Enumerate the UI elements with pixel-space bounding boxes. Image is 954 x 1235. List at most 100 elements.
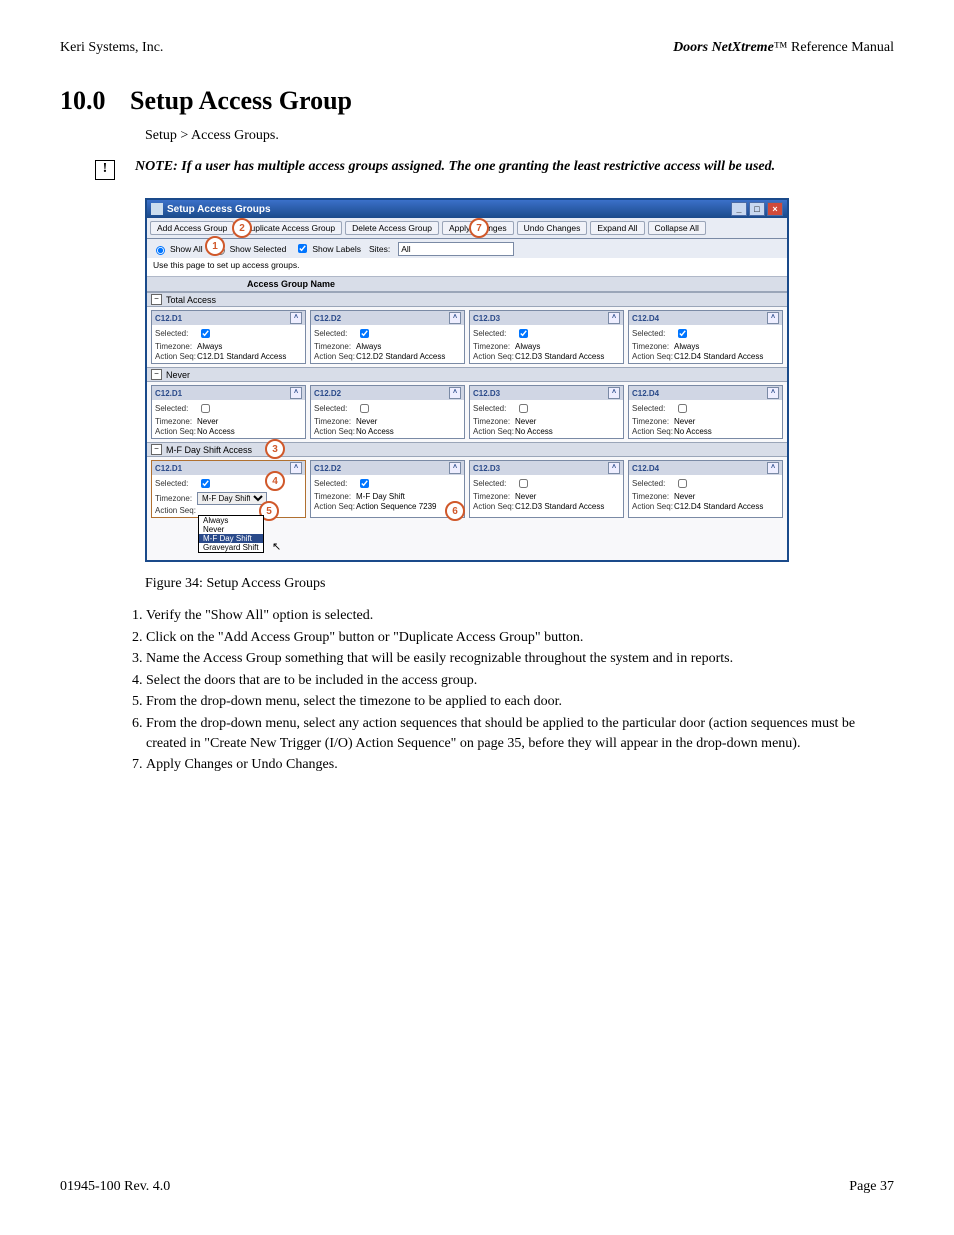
collapse-icon[interactable]: −: [151, 369, 162, 380]
chevron-up-icon[interactable]: ˄: [608, 387, 620, 399]
chevron-up-icon[interactable]: ˄: [608, 462, 620, 474]
door-title[interactable]: C12.D2˄: [311, 461, 464, 475]
section-title: Setup Access Group: [130, 86, 352, 115]
selected-label: Selected:: [155, 404, 197, 413]
door-title[interactable]: C12.D3˄: [470, 311, 623, 325]
actionseq-label: Action Seq:: [632, 352, 674, 361]
cursor-icon: ↖: [272, 540, 281, 553]
selected-checkbox[interactable]: [519, 404, 528, 413]
selected-checkbox[interactable]: [360, 404, 369, 413]
chevron-up-icon[interactable]: ˄: [767, 387, 779, 399]
selected-checkbox[interactable]: [678, 329, 687, 338]
door-title[interactable]: C12.D2˄: [311, 311, 464, 325]
timezone-value: Always: [674, 342, 699, 351]
hint-text: Use this page to set up access groups.: [147, 258, 787, 277]
chevron-up-icon[interactable]: ˄: [290, 387, 302, 399]
selected-label: Selected:: [632, 479, 674, 488]
chevron-up-icon[interactable]: ˄: [449, 462, 461, 474]
figure-caption: Figure 34: Setup Access Groups: [145, 576, 894, 592]
collapse-icon[interactable]: −: [151, 294, 162, 305]
group-header[interactable]: −Never: [147, 367, 787, 382]
dropdown-option[interactable]: Never: [199, 525, 263, 534]
door-title[interactable]: C12.D1˄: [152, 461, 305, 475]
step-item: Verify the "Show All" option is selected…: [146, 606, 894, 626]
note-block: NOTE: If a user has multiple access grou…: [95, 158, 894, 180]
door-title[interactable]: C12.D4˄: [629, 311, 782, 325]
undo-changes-button[interactable]: Undo Changes: [517, 221, 588, 235]
collapse-all-button[interactable]: Collapse All: [648, 221, 706, 235]
chevron-up-icon[interactable]: ˄: [290, 462, 302, 474]
chevron-up-icon[interactable]: ˄: [767, 462, 779, 474]
page-header: Keri Systems, Inc. Doors NetXtreme™ Refe…: [60, 40, 894, 56]
minimize-button[interactable]: _: [731, 202, 747, 216]
dropdown-option[interactable]: M-F Day Shift: [199, 534, 263, 543]
door-title[interactable]: C12.D4˄: [629, 461, 782, 475]
selected-checkbox[interactable]: [360, 329, 369, 338]
actionseq-label: Action Seq:: [632, 427, 674, 436]
selected-label: Selected:: [473, 479, 515, 488]
selected-checkbox[interactable]: [201, 404, 210, 413]
actionseq-label: Action Seq:: [473, 502, 515, 511]
actionseq-label: Action Seq:: [473, 352, 515, 361]
add-access-group-button[interactable]: Add Access Group: [150, 221, 234, 235]
collapse-icon[interactable]: −: [151, 444, 162, 455]
sites-label: Sites:: [369, 244, 390, 254]
door-title[interactable]: C12.D4˄: [629, 386, 782, 400]
door-title[interactable]: C12.D3˄: [470, 461, 623, 475]
callout-1: 1: [205, 236, 225, 256]
door-card: C12.D1˄Selected:Timezone:M-F Day ShiftAc…: [151, 460, 306, 518]
window-controls: _ □ ×: [731, 202, 783, 216]
door-card: C12.D1˄Selected:Timezone:AlwaysAction Se…: [151, 310, 306, 364]
chevron-up-icon[interactable]: ˄: [767, 312, 779, 324]
group-header[interactable]: −M-F Day Shift Access: [147, 442, 787, 457]
chevron-up-icon[interactable]: ˄: [608, 312, 620, 324]
duplicate-access-group-button[interactable]: Duplicate Access Group: [237, 221, 342, 235]
step-item: Apply Changes or Undo Changes.: [146, 755, 894, 775]
selected-checkbox[interactable]: [201, 329, 210, 338]
expand-all-button[interactable]: Expand All: [590, 221, 644, 235]
door-title[interactable]: C12.D3˄: [470, 386, 623, 400]
actionseq-value: No Access: [356, 427, 461, 436]
actionseq-value: C12.D4 Standard Access: [674, 502, 779, 511]
app-window: Setup Access Groups _ □ × Add Access Gro…: [145, 198, 789, 562]
door-title[interactable]: C12.D1˄: [152, 311, 305, 325]
dropdown-option[interactable]: Always: [199, 516, 263, 525]
timezone-value: Never: [515, 492, 536, 501]
timezone-label: Timezone:: [155, 417, 197, 426]
timezone-label: Timezone:: [632, 492, 674, 501]
maximize-button[interactable]: □: [749, 202, 765, 216]
door-card: C12.D3˄Selected:Timezone:NeverAction Seq…: [469, 385, 624, 439]
group-name: Never: [166, 370, 190, 380]
group-header[interactable]: −Total Access: [147, 292, 787, 307]
chevron-up-icon[interactable]: ˄: [449, 387, 461, 399]
step-item: From the drop-down menu, select the time…: [146, 692, 894, 712]
timezone-value: Never: [674, 492, 695, 501]
selected-checkbox[interactable]: [201, 479, 210, 488]
close-button[interactable]: ×: [767, 202, 783, 216]
selected-checkbox[interactable]: [519, 329, 528, 338]
selected-checkbox[interactable]: [360, 479, 369, 488]
page-number: Page 37: [849, 1179, 894, 1195]
door-title[interactable]: C12.D2˄: [311, 386, 464, 400]
callout-4: 4: [265, 471, 285, 491]
selected-checkbox[interactable]: [678, 404, 687, 413]
chevron-up-icon[interactable]: ˄: [449, 312, 461, 324]
timezone-dropdown-list[interactable]: AlwaysNeverM-F Day ShiftGraveyard Shift: [198, 515, 264, 553]
chevron-up-icon[interactable]: ˄: [290, 312, 302, 324]
timezone-select[interactable]: M-F Day Shift: [197, 492, 267, 505]
selected-label: Selected:: [155, 329, 197, 338]
show-all-radio[interactable]: Show All: [151, 243, 203, 255]
sites-select[interactable]: [398, 242, 514, 256]
actionseq-label: Action Seq:: [155, 506, 197, 515]
door-card: C12.D2˄Selected:Timezone:M-F Day ShiftAc…: [310, 460, 465, 518]
selected-checkbox[interactable]: [678, 479, 687, 488]
delete-access-group-button[interactable]: Delete Access Group: [345, 221, 439, 235]
dropdown-option[interactable]: Graveyard Shift: [199, 543, 263, 552]
show-labels-checkbox[interactable]: Show Labels: [294, 241, 361, 256]
breadcrumb: Setup > Access Groups.: [145, 128, 894, 144]
timezone-label: Timezone:: [314, 342, 356, 351]
actionseq-value: C12.D3 Standard Access: [515, 352, 620, 361]
callout-2: 2: [232, 218, 252, 238]
selected-checkbox[interactable]: [519, 479, 528, 488]
door-title[interactable]: C12.D1˄: [152, 386, 305, 400]
